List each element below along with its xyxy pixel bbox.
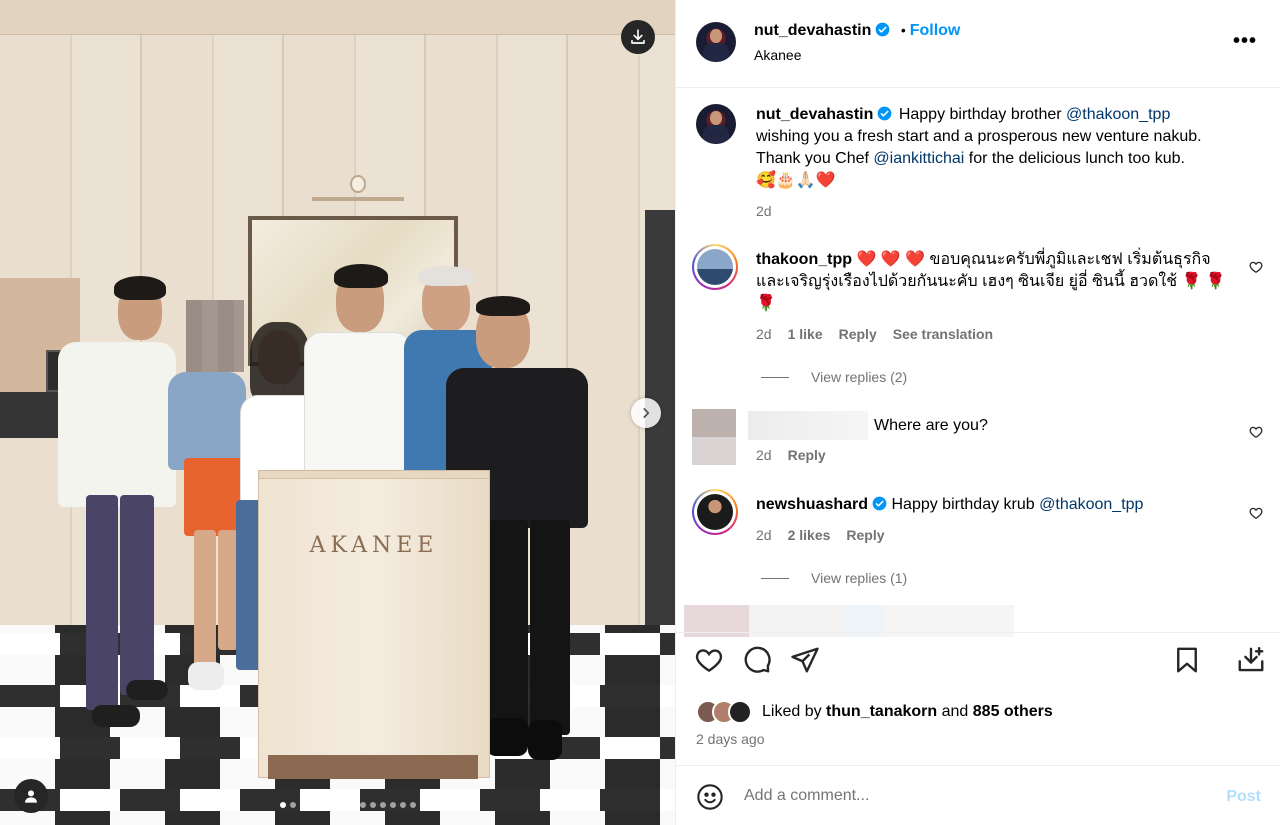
comment-timestamp[interactable]: 2d [756,447,772,463]
verified-icon [872,496,887,511]
share-icon[interactable] [790,645,820,675]
comment-icon[interactable] [742,645,772,675]
caption-author-avatar[interactable] [696,104,736,144]
caption-emoji: 🥰🎂🙏🏻❤️ [756,172,836,189]
caption-username[interactable]: nut_devahastin [756,106,873,123]
post-comment-button[interactable]: Post [1226,788,1261,806]
emoji-icon[interactable] [696,783,724,811]
commenter-avatar[interactable] [697,494,733,530]
blurred-username [748,411,868,440]
post-date[interactable]: 2 days ago [696,731,765,747]
podium-logo-text: AKANEE [309,533,439,558]
more-options-button[interactable]: ••• [1233,30,1257,53]
bookmark-icon[interactable] [1172,645,1202,675]
author-username[interactable]: nut_devahastin [754,22,871,39]
caption-timestamp[interactable]: 2d [756,200,1246,222]
tagged-users-button[interactable] [14,779,48,813]
save-to-collection-icon[interactable] [1236,645,1266,675]
location-link[interactable]: Akanee [754,47,801,63]
post-photo[interactable]: AKANEE [0,0,675,825]
comment-likes[interactable]: 2 likes [788,524,831,546]
akanee-podium [258,478,490,778]
like-comment-heart-icon[interactable] [1249,260,1263,274]
like-comment-heart-icon[interactable] [1249,425,1263,439]
comment-timestamp[interactable]: 2d [756,524,772,546]
likes-count[interactable]: 885 others [973,703,1053,720]
mention-link[interactable]: @iankittichai [873,150,964,167]
comment-username[interactable]: thakoon_tpp [756,251,852,268]
comment-item: Where are you? [874,417,988,434]
comment-username[interactable]: newshuashard [756,496,868,513]
heart-icon[interactable] [694,645,724,675]
post-caption: nut_devahastin Happy birthday brother @t… [756,104,1246,222]
add-comment-bar: Post [676,765,1280,825]
verified-icon [875,22,890,37]
next-photo-button[interactable] [631,398,661,428]
liker-avatars[interactable] [696,700,756,724]
like-comment-heart-icon[interactable] [1249,506,1263,520]
view-replies-button[interactable]: View replies (1) [761,570,907,586]
post-modal: AKANEE nut_devahastin • Follow Akanee ••• [0,0,1280,825]
carousel-dots [280,802,426,808]
comment-item: newshuashard Happy birthday krub @thakoo… [756,494,1236,546]
post-header: nut_devahastin • Follow Akanee ••• [676,0,1280,88]
reply-button[interactable]: Reply [839,323,877,345]
comment-likes[interactable]: 1 like [788,323,823,345]
chevron-right-icon [643,408,650,418]
view-replies-button[interactable]: View replies (2) [761,369,907,385]
mention-link[interactable]: @thakoon_tpp [1039,496,1143,513]
reply-button[interactable]: Reply [788,447,826,463]
commenter-avatar[interactable] [697,249,733,285]
caption-line-2: wishing you a fresh start and a prospero… [756,128,1202,145]
liker-username[interactable]: thun_tanakorn [826,703,937,720]
header-separator: • [900,22,906,38]
wall-lamp [312,175,404,205]
likes-summary[interactable]: Liked by thun_tanakorn and 885 others [762,703,1053,721]
user-tag-icon [25,790,37,803]
mention-link[interactable]: @thakoon_tpp [1066,106,1170,123]
comment-item: thakoon_tpp ❤️ ❤️ ❤️ ขอบคุณนะครับพี่ภูมิ… [756,249,1236,345]
download-button[interactable] [621,20,655,54]
comment-timestamp[interactable]: 2d [756,323,772,345]
verified-icon [877,106,892,121]
comment-input[interactable] [744,787,1204,805]
blurred-avatar [692,409,736,465]
see-translation-button[interactable]: See translation [893,323,993,345]
download-icon [631,29,645,44]
follow-button[interactable]: Follow [910,22,961,39]
post-details-panel: nut_devahastin • Follow Akanee ••• nut_de… [675,0,1280,825]
author-avatar[interactable] [696,22,736,62]
reply-button[interactable]: Reply [846,524,884,546]
